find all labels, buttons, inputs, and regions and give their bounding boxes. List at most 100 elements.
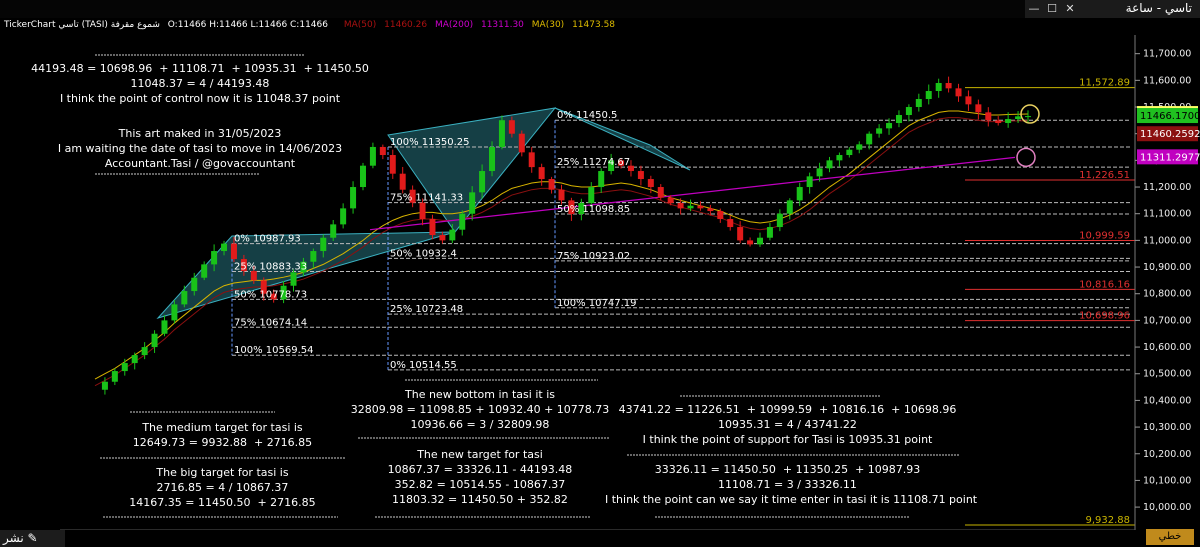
candle-body <box>876 128 883 134</box>
candle-body <box>449 229 456 241</box>
candle-body <box>469 192 476 214</box>
candle-body <box>796 187 803 201</box>
candle-body <box>776 213 783 228</box>
candle-body <box>895 115 902 124</box>
candle-body <box>310 251 317 262</box>
axis-tick-label: 10,800.00 <box>1143 289 1191 300</box>
candle-body <box>221 243 228 252</box>
candle-body <box>211 251 218 265</box>
maximize-icon[interactable]: ☐ <box>1045 2 1059 16</box>
candle-body <box>637 171 644 180</box>
candle-body <box>290 272 297 286</box>
axis-tick-label: 10,200.00 <box>1143 449 1191 460</box>
axis-tick-label: 11,600.00 <box>1143 75 1191 86</box>
candle-body <box>131 355 138 364</box>
candle-body <box>141 347 148 356</box>
level-label: 11,572.89 <box>1079 78 1130 89</box>
fib-level-label: 25% 11274.67 <box>557 157 630 168</box>
annotation-targets: The medium target for tasi is 12649.73 =… <box>129 421 316 509</box>
minimize-icon[interactable]: — <box>1027 2 1041 16</box>
window-titlebar: — ☐ ✕ تاسي - ساعة <box>1025 0 1200 18</box>
axis-tick-label: 11,200.00 <box>1143 182 1191 193</box>
candle-body <box>181 291 188 305</box>
candle-body <box>975 104 982 113</box>
linear-scale-button[interactable]: خطي <box>1146 529 1194 545</box>
candle-body <box>935 83 942 92</box>
highlight-circle-ma200 <box>1016 147 1036 168</box>
axis-tick-label: 10,400.00 <box>1143 395 1191 406</box>
axis-tick-label: 10,000.00 <box>1143 502 1191 513</box>
candle-body <box>905 107 912 116</box>
axis-tick-label: 10,700.00 <box>1143 315 1191 326</box>
price-label-text: 11460.2592 <box>1140 129 1200 140</box>
share-button[interactable]: نشر ✎ <box>0 530 65 547</box>
fib-level-label: 25% 10883.33 <box>234 261 307 272</box>
candle-body <box>111 371 118 382</box>
candle-body <box>479 171 486 193</box>
candle-body <box>389 155 396 174</box>
share-label: نشر <box>3 531 24 545</box>
ma30-label: MA(30) <box>531 20 565 30</box>
candle-body <box>340 208 347 225</box>
level-label: 9,932.88 <box>1085 515 1130 526</box>
candle-body <box>697 205 704 209</box>
ma30-value: 11473.58 <box>572 20 616 30</box>
candle-body <box>737 227 744 241</box>
candle-body <box>429 219 436 236</box>
fib-level-label: 50% 10932.4 <box>390 248 457 259</box>
fib-level-label: 75% 11141.33 <box>390 193 463 204</box>
candle-body <box>826 160 833 169</box>
axis-tick-label: 10,600.00 <box>1143 342 1191 353</box>
candle-body <box>647 179 654 188</box>
candle-body <box>1005 119 1012 124</box>
candle-body <box>846 149 853 156</box>
candle-body <box>419 202 426 220</box>
ohlc-label: O:11466 H:11466 L:11466 C:11466 <box>167 20 328 30</box>
candle-body <box>498 120 505 148</box>
fib-level-label: 100% 11350.25 <box>390 137 469 148</box>
fib-level-label: 100% 10747.19 <box>557 298 636 309</box>
candle-body <box>518 133 525 153</box>
close-icon[interactable]: ✕ <box>1063 2 1077 16</box>
candle-body <box>657 187 664 198</box>
level-label: 10,816.16 <box>1079 279 1130 290</box>
axis-tick-label: 10,500.00 <box>1143 369 1191 380</box>
price-label-text: 11466.1700 <box>1140 111 1200 122</box>
candle-body <box>379 146 386 156</box>
candle-body <box>350 187 357 209</box>
candle-body <box>786 200 793 214</box>
candle-body <box>667 197 674 204</box>
candle-body <box>230 243 237 260</box>
candle-body <box>558 189 565 201</box>
top-bar <box>0 0 1200 18</box>
annotation-art-note: This art maked in 31/05/2023 I am waitin… <box>57 127 343 170</box>
candle-body <box>1015 116 1022 120</box>
horizontal-levels <box>965 87 1135 526</box>
candle-body <box>161 320 168 334</box>
edit-icon: ✎ <box>27 531 38 545</box>
window-title: تاسي - ساعة <box>1125 1 1192 15</box>
fib-level-label: 75% 10674.14 <box>234 317 307 328</box>
fib-level-label: 100% 10569.54 <box>234 345 313 356</box>
candle-body <box>508 120 515 134</box>
candle-body <box>856 144 863 150</box>
candle-body <box>687 205 694 209</box>
axis-tick-label: 11,000.00 <box>1143 235 1191 246</box>
candle-body <box>320 237 327 252</box>
candle-body <box>965 96 972 105</box>
candle-body <box>925 91 932 100</box>
axis-tick-label: 11,100.00 <box>1143 209 1191 220</box>
level-label: 10,698.96 <box>1079 311 1130 322</box>
candle-body <box>806 176 813 188</box>
candle-body <box>588 187 595 204</box>
ma200-value: 11311.30 <box>480 20 524 30</box>
candle-body <box>985 112 992 121</box>
candle-body <box>171 304 178 321</box>
candle-body <box>766 227 773 238</box>
candle-body <box>439 235 446 241</box>
candle-body <box>121 363 128 372</box>
candle-body <box>489 147 496 172</box>
symbol-label: TickerChart تاسي (TASI) شموع مقرفة <box>4 20 160 30</box>
candle-body <box>201 264 208 278</box>
candle-body <box>191 277 198 292</box>
